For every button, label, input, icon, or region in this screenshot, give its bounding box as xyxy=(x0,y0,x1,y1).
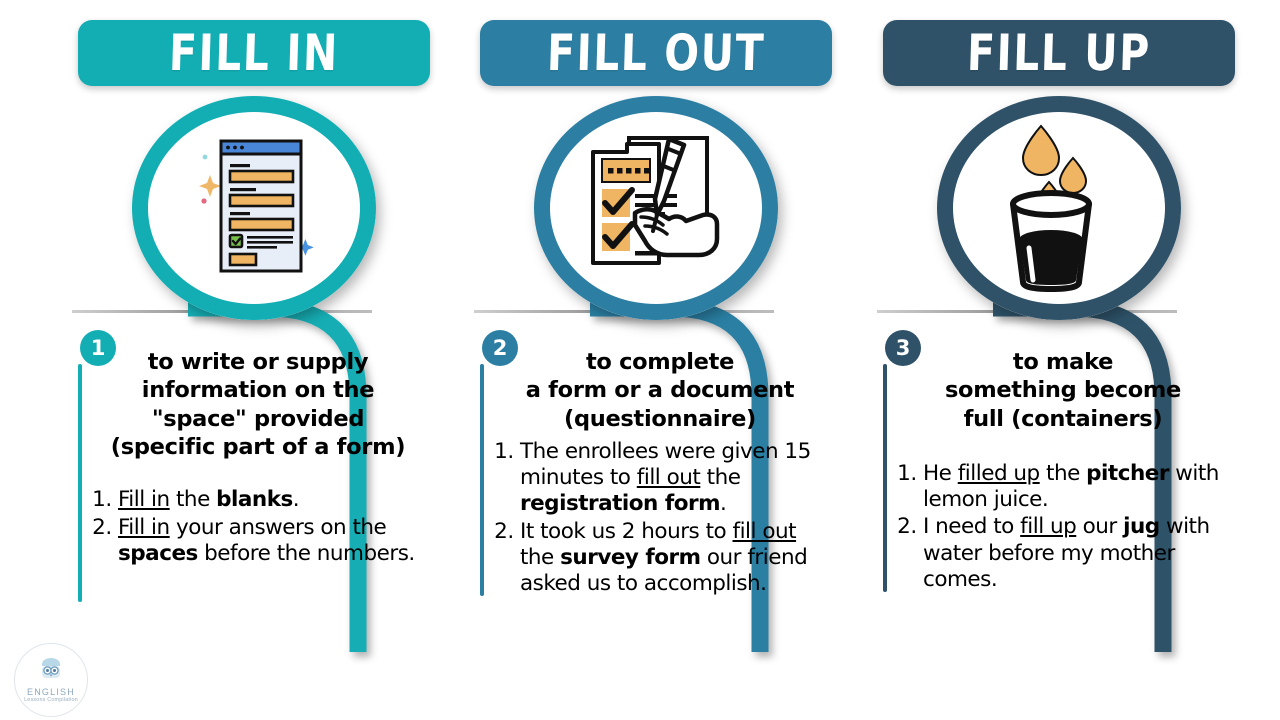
step-number-badge: 2 xyxy=(482,330,518,366)
icon-medallion-fill-up xyxy=(937,96,1181,320)
header-pill-fill-up: FILL UP xyxy=(883,20,1235,86)
definition-line: (questionnaire) xyxy=(563,405,757,432)
example-item: He filled up the pitcher with lemon juic… xyxy=(923,461,1231,513)
example-item: Fill in the blanks. xyxy=(118,487,426,513)
example-list: The enrollees were given 15 minutes to f… xyxy=(492,439,828,597)
definition-text: to make something become full (container… xyxy=(895,348,1231,433)
text-block: to write or supply information on the "s… xyxy=(90,348,426,568)
column-fill-in: FILL IN 1 to write or supply information… xyxy=(38,0,438,720)
header-pill-fill-in: FILL IN xyxy=(78,20,430,86)
header-pill-fill-out: FILL OUT xyxy=(480,20,832,86)
left-accent-bar xyxy=(883,364,887,592)
example-item: I need to fill up our jug with water bef… xyxy=(923,514,1231,593)
text-block: to make something become full (container… xyxy=(895,348,1231,594)
example-item: The enrollees were given 15 minutes to f… xyxy=(520,439,828,518)
step-number-badge: 3 xyxy=(885,330,921,366)
logo-line-1: ENGLISH xyxy=(27,687,75,697)
header-label: FILL IN xyxy=(168,23,340,83)
definition-line: full (containers) xyxy=(963,405,1163,432)
definition-line: (specific part of a form) xyxy=(110,434,406,461)
column-fill-out: FILL OUT 2 to complete a form or a docum… xyxy=(440,0,840,720)
online-form-window-icon xyxy=(191,127,317,290)
definition-line: to write or supply xyxy=(147,349,369,375)
left-accent-bar xyxy=(480,364,484,596)
definition-line: something become xyxy=(944,377,1182,404)
icon-medallion-fill-out xyxy=(534,96,778,320)
example-item: It took us 2 hours to fill out the surve… xyxy=(520,519,828,598)
brand-logo: ENGLISH Lessons Compilation xyxy=(14,643,88,717)
step-number-badge: 1 xyxy=(80,330,116,366)
definition-text: to write or supply information on the "s… xyxy=(90,348,426,461)
example-list: He filled up the pitcher with lemon juic… xyxy=(895,461,1231,593)
logo-line-2: Lessons Compilation xyxy=(24,697,78,703)
owl-book-logo-icon xyxy=(38,657,64,686)
step-number: 2 xyxy=(492,336,508,360)
step-number: 1 xyxy=(90,336,106,360)
header-label: FILL OUT xyxy=(546,23,766,83)
definition-text: to complete a form or a document (questi… xyxy=(492,348,828,433)
icon-medallion-fill-in xyxy=(132,96,376,320)
definition-line: information on the xyxy=(141,377,375,404)
header-label: FILL UP xyxy=(966,23,1152,83)
example-item: Fill in your answers on the spaces befor… xyxy=(118,515,426,567)
infographic-canvas: FILL IN 1 to write or supply information… xyxy=(0,0,1280,720)
definition-line: a form or a document xyxy=(525,377,795,404)
example-list: Fill in the blanks.Fill in your answers … xyxy=(90,487,426,567)
definition-line: "space" provided xyxy=(151,405,365,432)
column-fill-up: FILL UP 3 to make something become full … xyxy=(843,0,1243,720)
definition-line: to complete xyxy=(585,349,735,375)
text-block: to complete a form or a document (questi… xyxy=(492,348,828,598)
clipboard-hand-pen-icon xyxy=(583,131,729,286)
left-accent-bar xyxy=(78,364,82,602)
glass-filling-droplets-icon xyxy=(999,120,1119,297)
step-number: 3 xyxy=(895,336,911,360)
definition-line: to make xyxy=(1012,349,1114,375)
